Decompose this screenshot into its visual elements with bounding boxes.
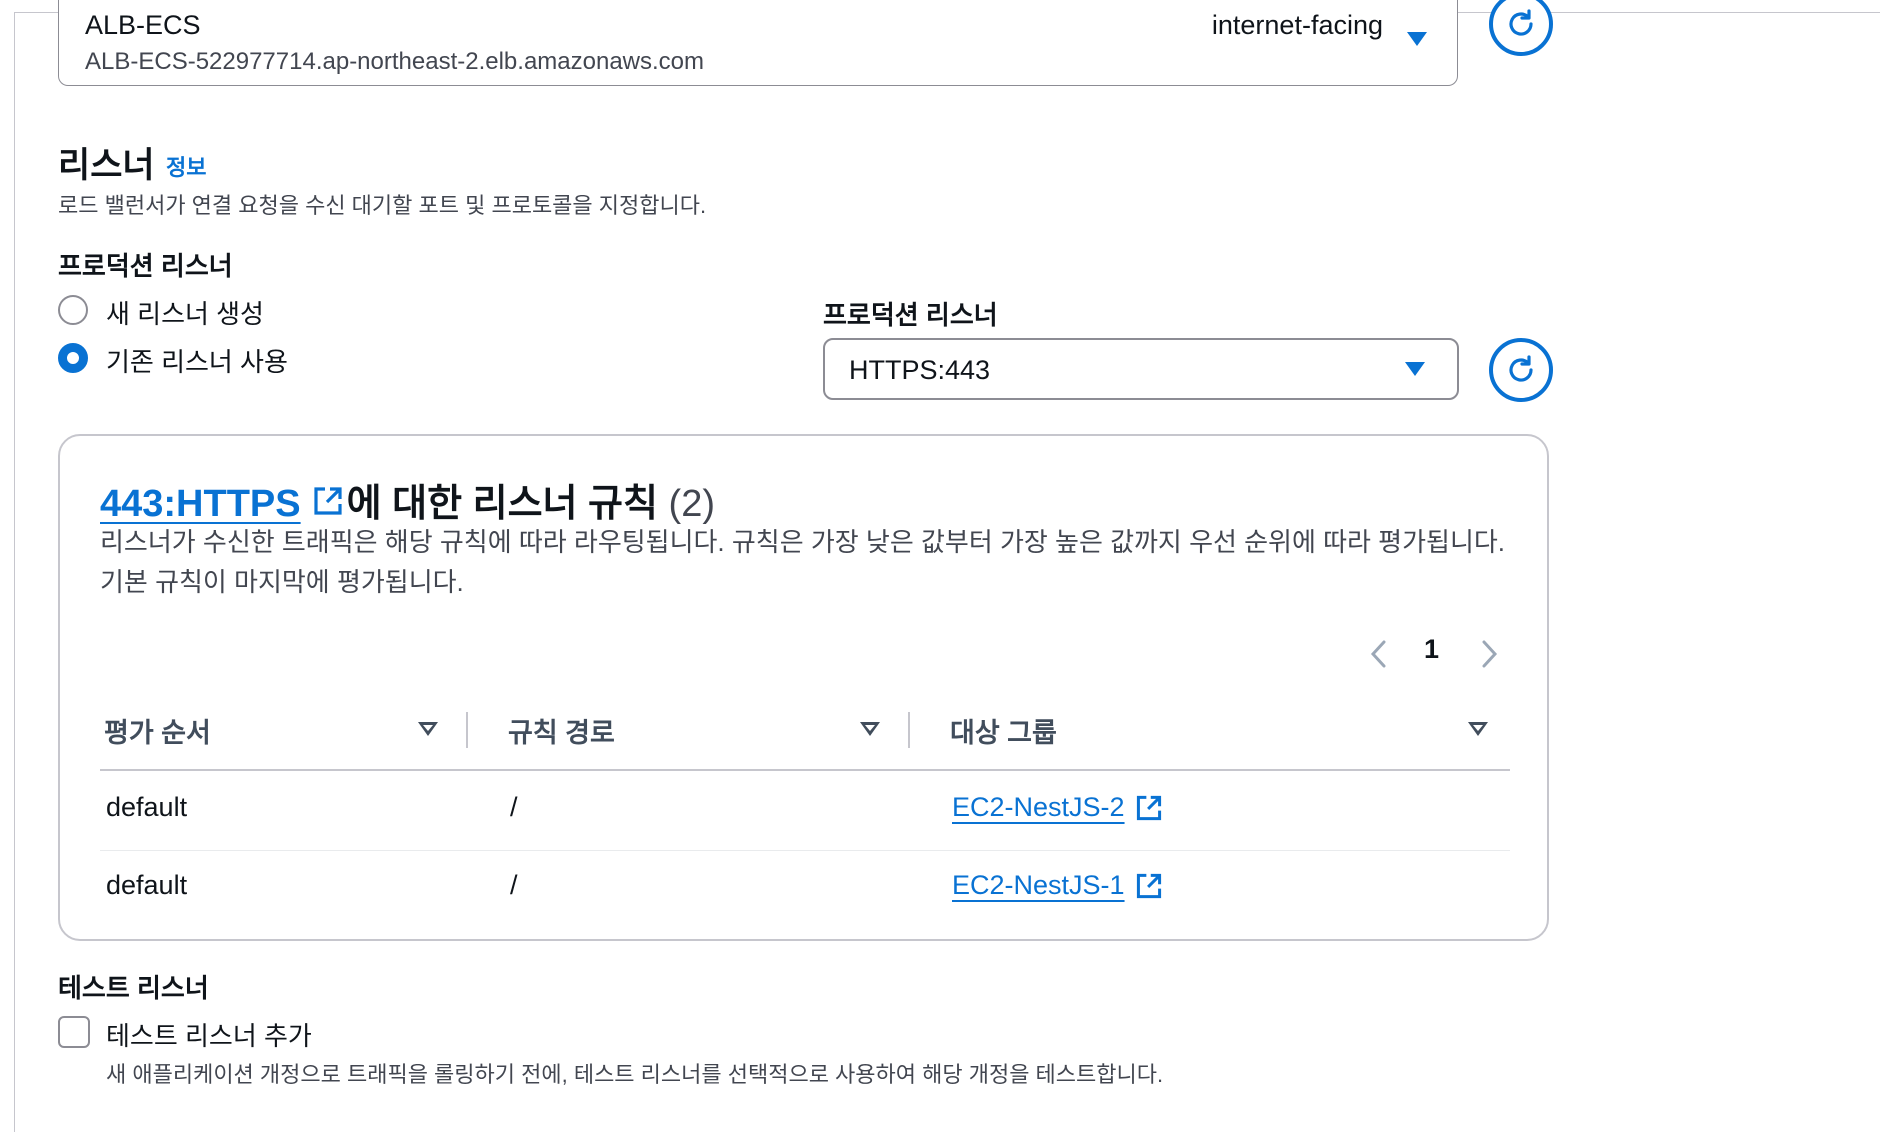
external-link-icon[interactable] [1134, 871, 1164, 901]
listener-section-title: 리스너 [58, 146, 155, 185]
test-listener-heading: 테스트 리스너 [58, 973, 209, 1003]
radio-use-existing-listener-label[interactable]: 기존 리스너 사용 [106, 342, 288, 379]
external-link-icon[interactable] [1134, 793, 1164, 823]
production-listener-heading: 프로덕션 리스너 [58, 251, 233, 281]
column-header-rule-path[interactable]: 규칙 경로 [508, 711, 615, 750]
production-listener-select-label: 프로덕션 리스너 [823, 300, 998, 330]
column-header-target-group[interactable]: 대상 그룹 [950, 711, 1057, 750]
radio-create-new-listener[interactable] [58, 295, 88, 325]
table-row-divider [100, 850, 1510, 851]
load-balancer-name: ALB-ECS [85, 10, 201, 40]
refresh-icon [1509, 355, 1533, 382]
sort-icon[interactable] [1468, 722, 1488, 736]
left-divider [14, 12, 15, 1132]
add-test-listener-checkbox[interactable] [58, 1016, 90, 1048]
production-listener-select-value: HTTPS:443 [849, 355, 991, 385]
caret-down-icon [1407, 32, 1427, 46]
listener-rules-card: 443:HTTPS 에 대한 리스너 규칙 (2) 리스너가 수신한 트래픽은 해… [58, 434, 1549, 941]
column-header-evaluation-order[interactable]: 평가 순서 [104, 711, 211, 750]
rule-count: (2) [668, 483, 715, 525]
listener-section-description: 로드 밸런서가 연결 요청을 수신 대기할 포트 및 프로토콜을 지정합니다. [58, 193, 707, 218]
load-balancer-scheme: internet-facing [1211, 10, 1383, 40]
load-balancer-select[interactable]: ALB-ECS ALB-ECS-522977714.ap-northeast-2… [58, 0, 1458, 86]
next-page-icon[interactable] [1474, 634, 1504, 674]
refresh-icon [1509, 9, 1533, 36]
test-listener-description: 새 애플리케이션 개정으로 트래픽을 롤링하기 전에, 테스트 리스너를 선택적… [106, 1062, 1164, 1087]
listener-rules-description: 리스너가 수신한 트래픽은 해당 규칙에 따라 라우팅됩니다. 규칙은 가장 낮… [100, 527, 1506, 597]
row-1-target-group-link[interactable]: EC2-NestJS-2 [952, 792, 1125, 823]
external-link-icon [314, 487, 342, 515]
radio-use-existing-listener[interactable] [58, 343, 88, 373]
listener-refresh-button[interactable] [1489, 338, 1553, 402]
production-listener-select[interactable]: HTTPS:443 [823, 338, 1459, 400]
caret-down-icon [1405, 362, 1425, 376]
page-number[interactable]: 1 [1424, 634, 1439, 665]
sort-icon[interactable] [860, 722, 880, 736]
column-resizer[interactable] [908, 712, 910, 748]
row-2-order: default [106, 870, 188, 900]
load-balancer-refresh-button[interactable] [1489, 0, 1553, 56]
row-2-target-group-link[interactable]: EC2-NestJS-1 [952, 870, 1125, 901]
add-test-listener-label[interactable]: 테스트 리스너 추가 [106, 1016, 312, 1053]
previous-page-icon[interactable] [1364, 634, 1394, 674]
load-balancer-dns: ALB-ECS-522977714.ap-northeast-2.elb.ama… [85, 48, 705, 75]
radio-create-new-listener-label[interactable]: 새 리스너 생성 [106, 294, 264, 331]
listener-rules-title-suffix: 에 대한 리스너 규칙 [346, 483, 658, 525]
row-1-order: default [106, 792, 188, 822]
table-header-divider [100, 769, 1510, 771]
listener-rules-title: 443:HTTPS 에 대한 리스너 규칙 (2) [100, 472, 715, 527]
sort-icon[interactable] [418, 722, 438, 736]
row-1-path: / [510, 792, 518, 822]
listener-link[interactable]: 443:HTTPS [100, 483, 301, 525]
column-resizer[interactable] [466, 712, 468, 748]
info-link[interactable]: 정보 [166, 150, 206, 182]
row-2-path: / [510, 870, 518, 900]
